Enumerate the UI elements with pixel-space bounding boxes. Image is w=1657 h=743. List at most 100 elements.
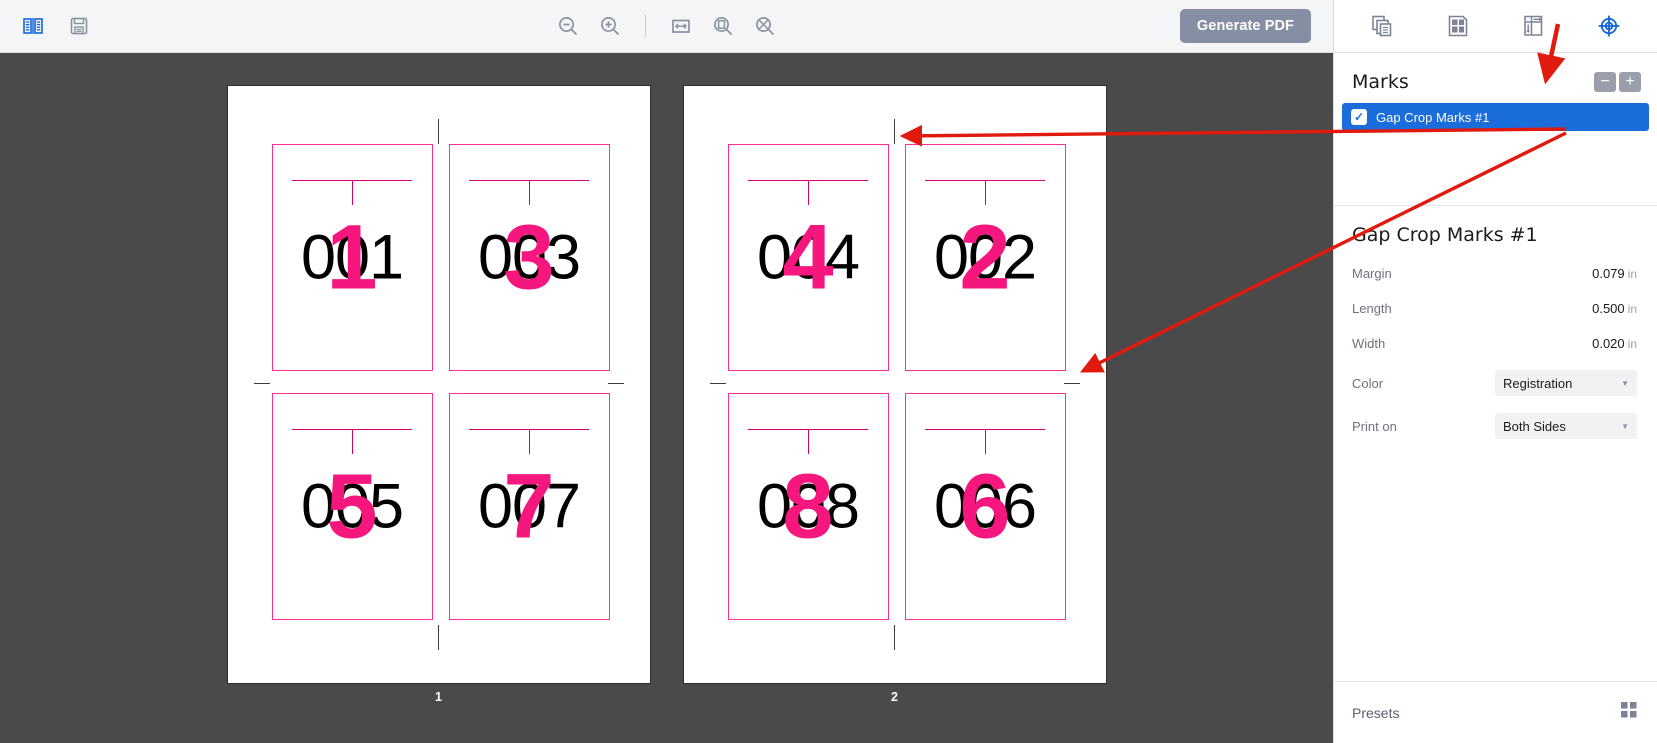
tab-layout[interactable]: [1438, 6, 1478, 46]
imposition-canvas[interactable]: 001 1 003 3 005 5 007 7 1 004 4 002 2 00…: [0, 53, 1333, 743]
actual-size-icon[interactable]: [750, 11, 780, 41]
card[interactable]: 002 2: [904, 144, 1066, 371]
crop-mark-bottom: [438, 625, 440, 650]
card-rule-vertical: [808, 428, 809, 454]
sheet-2[interactable]: 004 4 002 2 008 8 006 6: [683, 86, 1106, 683]
card-numbers: 002 2: [906, 212, 1065, 304]
sheet-1[interactable]: 001 1 003 3 005 5 007 7: [227, 86, 650, 683]
right-panel: Marks − + ✓ Gap Crop Marks #1 Gap Crop M…: [1333, 0, 1657, 743]
sheet-wrapper: 001 1 003 3 005 5 007 7 1: [227, 86, 650, 704]
property-unit: in: [1627, 266, 1637, 281]
marks-section-header: Marks − +: [1334, 53, 1657, 103]
mark-properties: Gap Crop Marks #1 Margin 0.079 in Length …: [1334, 206, 1657, 456]
fit-width-icon[interactable]: [666, 11, 696, 41]
property-row-color: Color Registration ▼: [1352, 370, 1637, 396]
crop-mark-left: [253, 382, 270, 384]
crop-mark-left: [709, 382, 726, 384]
crop-mark-right: [607, 382, 624, 384]
generate-pdf-button[interactable]: Generate PDF: [1179, 9, 1311, 43]
save-icon[interactable]: [64, 11, 94, 41]
crop-mark-top: [438, 119, 440, 144]
property-label: Color: [1352, 375, 1384, 391]
marks-section-title: Marks: [1352, 71, 1409, 93]
card-number-pink: 6: [959, 455, 1011, 558]
card-rule-vertical: [529, 179, 530, 205]
remove-mark-button[interactable]: −: [1594, 72, 1616, 92]
property-label: Margin: [1352, 265, 1392, 281]
property-number: 0.500: [1592, 300, 1625, 316]
property-row-width: Width 0.020 in: [1352, 332, 1637, 354]
card-number-pink: 8: [782, 455, 834, 558]
add-mark-button[interactable]: +: [1619, 72, 1641, 92]
color-select[interactable]: Registration ▼: [1495, 370, 1637, 396]
crop-mark-top: [894, 119, 896, 144]
presets-grid-icon[interactable]: [1619, 700, 1639, 725]
panel-spacer: [1334, 456, 1657, 681]
property-label: Print on: [1352, 418, 1397, 434]
card-rule-vertical: [985, 179, 986, 205]
fit-page-icon[interactable]: [708, 11, 738, 41]
chevron-down-icon: ▼: [1621, 378, 1629, 388]
marks-header-buttons: − +: [1594, 72, 1641, 92]
color-select-value: Registration: [1503, 375, 1573, 391]
card-number-pink: 1: [326, 206, 378, 309]
two-page-spread-icon[interactable]: [18, 11, 48, 41]
presets-bar[interactable]: Presets: [1334, 681, 1657, 743]
card-numbers: 001 1: [273, 212, 432, 304]
property-row-length: Length 0.500 in: [1352, 297, 1637, 319]
toolbar-center-group: [0, 11, 1333, 41]
card[interactable]: 008 8: [727, 393, 889, 620]
toolbar-left-group: [0, 11, 94, 41]
toolbar-divider: [645, 15, 646, 37]
tab-marks[interactable]: [1589, 6, 1629, 46]
property-value-margin[interactable]: 0.079 in: [1592, 266, 1637, 281]
zoom-in-icon[interactable]: [595, 11, 625, 41]
property-number: 0.079: [1592, 265, 1625, 281]
property-value-length[interactable]: 0.500 in: [1592, 301, 1637, 316]
card-numbers: 006 6: [906, 461, 1065, 553]
card-rule-vertical: [808, 179, 809, 205]
property-label: Width: [1352, 335, 1386, 351]
toolbar-right-group: Generate PDF: [1179, 9, 1333, 43]
card-number-pink: 4: [782, 206, 834, 309]
sheet-container: 001 1 003 3 005 5 007 7 1 004 4 002 2 00…: [0, 53, 1333, 743]
tab-imposition[interactable]: [1513, 6, 1553, 46]
sheet-page-number: 2: [891, 690, 898, 704]
card-number-pink: 2: [959, 206, 1011, 309]
property-value-width[interactable]: 0.020 in: [1592, 336, 1637, 351]
tab-pages[interactable]: [1362, 6, 1402, 46]
card[interactable]: 003 3: [448, 144, 610, 371]
card-numbers: 005 5: [273, 461, 432, 553]
print-on-select[interactable]: Both Sides ▼: [1495, 413, 1637, 439]
property-unit: in: [1627, 301, 1637, 316]
card-number-pink: 7: [503, 455, 555, 558]
property-row-margin: Margin 0.079 in: [1352, 262, 1637, 284]
mark-item-label: Gap Crop Marks #1: [1376, 109, 1490, 125]
card[interactable]: 007 7: [448, 393, 610, 620]
card[interactable]: 005 5: [271, 393, 433, 620]
zoom-out-icon[interactable]: [553, 11, 583, 41]
card-numbers: 004 4: [729, 212, 888, 304]
card-grid: 001 1 003 3 005 5 007 7: [271, 144, 610, 620]
card-number-pink: 5: [326, 455, 378, 558]
card-rule-vertical: [352, 428, 353, 454]
crop-mark-right: [1063, 382, 1080, 384]
property-unit: in: [1627, 336, 1637, 351]
sheet-page-number: 1: [435, 690, 442, 704]
card-rule-vertical: [352, 179, 353, 205]
card-numbers: 008 8: [729, 461, 888, 553]
card[interactable]: 001 1: [271, 144, 433, 371]
marks-list-item-gap-crop-marks[interactable]: ✓ Gap Crop Marks #1: [1342, 103, 1649, 131]
app-root: Generate PDF 001 1 003 3 005 5 007 7 1 0…: [0, 0, 1657, 743]
right-panel-tabs: [1334, 0, 1657, 53]
property-row-print-on: Print on Both Sides ▼: [1352, 413, 1637, 439]
property-label: Length: [1352, 300, 1392, 316]
mark-enabled-checkbox[interactable]: ✓: [1351, 109, 1367, 125]
main-column: Generate PDF 001 1 003 3 005 5 007 7 1 0…: [0, 0, 1333, 743]
card[interactable]: 006 6: [904, 393, 1066, 620]
card[interactable]: 004 4: [727, 144, 889, 371]
card-numbers: 003 3: [450, 212, 609, 304]
property-number: 0.020: [1592, 335, 1625, 351]
print-on-select-value: Both Sides: [1503, 418, 1566, 434]
crop-mark-bottom: [894, 625, 896, 650]
